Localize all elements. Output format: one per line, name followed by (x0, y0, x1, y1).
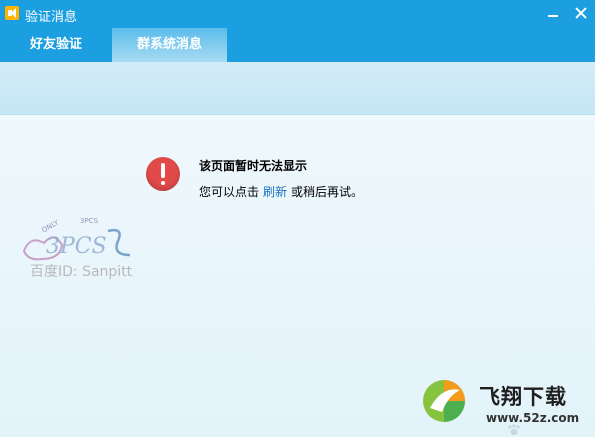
watermark-caption: 百度ID: Sanpitt (30, 264, 133, 280)
tab-group-system-messages[interactable]: 群系统消息 (112, 28, 227, 62)
header-band (0, 62, 595, 115)
error-title: 该页面暂时无法显示 (199, 159, 308, 173)
paw-icon (508, 424, 520, 435)
site-logo-icon (423, 380, 465, 422)
error-message: 您可以点击 刷新 或稍后再试。 (199, 183, 363, 200)
tab-bar: 好友验证 群系统消息 (0, 28, 595, 62)
tab-friend-verification[interactable]: 好友验证 (0, 28, 112, 62)
speaker-icon (5, 6, 19, 20)
watermark-logo-text: 3PCS (46, 234, 107, 259)
title-bar: 验证消息 (0, 0, 595, 28)
watermark-word-3pcs: 3PCS (80, 217, 99, 225)
error-message-before: 您可以点击 (199, 185, 260, 199)
close-icon[interactable] (570, 2, 592, 24)
error-message-after: 或稍后再试。 (291, 185, 364, 199)
error-icon (146, 157, 180, 191)
minimize-icon[interactable] (542, 2, 564, 24)
refresh-link[interactable]: 刷新 (263, 185, 287, 199)
site-url: www.52z.com (486, 411, 580, 425)
watermark-word-only: ONLY (41, 218, 61, 234)
window-title: 验证消息 (25, 10, 78, 25)
watermark-logo: ONLY 3PCS 3PCS (22, 217, 131, 261)
site-name: 飞翔下载 (479, 385, 567, 409)
